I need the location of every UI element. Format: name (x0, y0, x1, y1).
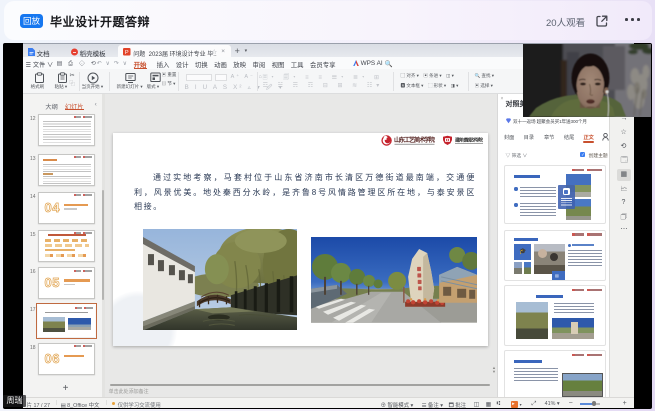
svg-text:P: P (125, 50, 129, 56)
svg-text:建筑与景观艺术学院: 建筑与景观艺术学院 (454, 136, 483, 143)
svg-text:山东工艺美术学院: 山东工艺美术学院 (394, 136, 436, 144)
